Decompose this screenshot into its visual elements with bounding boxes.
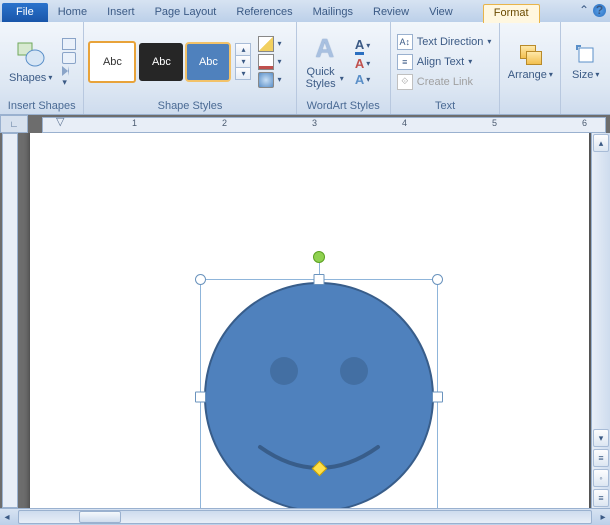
recent-shapes-list[interactable]: ▾ [62, 38, 76, 86]
document-workspace: ▴ ▾ ≡ ◦ ≡ [0, 133, 610, 508]
shapes-button-label: Shapes [9, 72, 46, 84]
align-text-icon: ≡ [397, 54, 413, 70]
group-label-shape-styles: Shape Styles [88, 99, 291, 114]
help-icon[interactable]: ? [593, 4, 606, 17]
chevron-down-icon: ▾ [338, 74, 344, 83]
page-area[interactable] [18, 133, 591, 508]
horizontal-ruler[interactable]: ▽ 1 2 3 4 5 6 [28, 115, 610, 133]
text-outline-button[interactable]: A▾ [355, 56, 370, 71]
gallery-down-icon[interactable]: ▾ [235, 55, 251, 67]
next-page-icon[interactable]: ≡ [593, 489, 609, 507]
text-direction-icon: A↕ [397, 34, 413, 50]
gallery-more-icon[interactable]: ▾ [235, 67, 251, 80]
size-button[interactable]: Size▾ [567, 40, 604, 84]
hscroll-track[interactable] [18, 510, 592, 524]
tab-mailings[interactable]: Mailings [303, 3, 363, 22]
scroll-up-icon[interactable]: ▴ [593, 134, 609, 152]
gallery-up-icon[interactable]: ▴ [235, 43, 251, 55]
indent-marker-icon[interactable]: ▽ [56, 115, 64, 128]
resize-handle-e[interactable] [432, 392, 443, 403]
tab-selector[interactable]: ∟ [0, 115, 28, 133]
tab-references[interactable]: References [226, 3, 302, 22]
resize-handle-ne[interactable] [432, 274, 443, 285]
tab-insert[interactable]: Insert [97, 3, 145, 22]
shape-style-1[interactable]: Abc [88, 41, 136, 83]
pen-icon [258, 54, 274, 70]
group-label-text: Text [395, 99, 496, 114]
chevron-down-icon: ▾ [48, 73, 52, 82]
shape-style-gallery-spinner[interactable]: ▴ ▾ ▾ [235, 43, 251, 80]
tab-file[interactable]: File [2, 3, 48, 22]
shape-style-3[interactable]: Abc [186, 43, 230, 81]
effects-icon [258, 72, 274, 88]
vertical-ruler[interactable] [0, 133, 18, 508]
shape-style-2[interactable]: Abc [139, 43, 183, 81]
scroll-left-icon[interactable]: ◂ [0, 512, 14, 523]
tab-page-layout[interactable]: Page Layout [145, 3, 227, 22]
text-direction-button[interactable]: A↕Text Direction▾ [395, 33, 494, 51]
page[interactable] [30, 133, 589, 508]
shape-fill-button[interactable]: ▾ [258, 36, 281, 52]
scroll-right-icon[interactable]: ▸ [596, 512, 610, 523]
text-effects-button[interactable]: A▾ [355, 72, 370, 87]
wordart-A-icon: A [315, 33, 334, 64]
ruler-row: ∟ ▽ 1 2 3 4 5 6 [0, 115, 610, 133]
create-link-button: ⟐Create Link [395, 73, 494, 91]
shape-selection[interactable] [200, 279, 438, 508]
tab-review[interactable]: Review [363, 3, 419, 22]
scroll-down-icon[interactable]: ▾ [593, 429, 609, 447]
resize-handle-nw[interactable] [195, 274, 206, 285]
prev-page-icon[interactable]: ≡ [593, 449, 609, 467]
horizontal-scrollbar[interactable]: ◂ ▸ [0, 508, 610, 525]
bucket-icon [258, 36, 274, 52]
chevron-down-icon: ▾ [277, 75, 281, 84]
size-icon [574, 43, 598, 67]
text-fill-button[interactable]: A▾ [355, 37, 370, 55]
chevron-down-icon: ▾ [277, 39, 281, 48]
shape-triangle-icon[interactable] [62, 66, 69, 76]
vertical-scrollbar[interactable]: ▴ ▾ ≡ ◦ ≡ [591, 133, 610, 508]
group-label-insert-shapes: Insert Shapes [4, 99, 79, 114]
shape-rounded-icon[interactable] [62, 52, 76, 64]
chevron-down-icon: ▾ [277, 57, 281, 66]
link-icon: ⟐ [397, 74, 413, 90]
ribbon: Shapes▾ ▾ Insert Shapes Abc Abc Abc ▴ ▾ … [0, 22, 610, 115]
shape-effects-button[interactable]: ▾ [258, 72, 281, 88]
align-text-button[interactable]: ≡Align Text▾ [395, 53, 494, 71]
resize-handle-n[interactable] [314, 274, 325, 285]
scroll-track[interactable] [592, 153, 610, 428]
arrange-button[interactable]: Arrange▾ [503, 40, 558, 84]
tab-home[interactable]: Home [48, 3, 97, 22]
rotation-handle[interactable] [313, 251, 325, 263]
resize-handle-w[interactable] [195, 392, 206, 403]
shapes-button[interactable]: Shapes▾ [4, 37, 57, 87]
shape-outline-button[interactable]: ▾ [258, 54, 281, 70]
shape-rectangle-icon[interactable] [62, 38, 76, 50]
tab-format[interactable]: Format [483, 4, 540, 23]
browse-object-icon[interactable]: ◦ [593, 469, 609, 487]
group-label-wordart: WordArt Styles [301, 99, 386, 114]
tab-view[interactable]: View [419, 3, 463, 22]
shapes-icon [16, 40, 46, 70]
arrange-icon [518, 43, 542, 67]
minimize-ribbon-icon[interactable]: ⌃ [579, 3, 589, 17]
quick-styles-button[interactable]: A Quick Styles ▾ [301, 30, 349, 93]
ribbon-tab-bar: File Home Insert Page Layout References … [0, 0, 610, 22]
hscroll-thumb[interactable] [79, 511, 121, 523]
more-shapes-icon[interactable]: ▾ [62, 78, 74, 86]
